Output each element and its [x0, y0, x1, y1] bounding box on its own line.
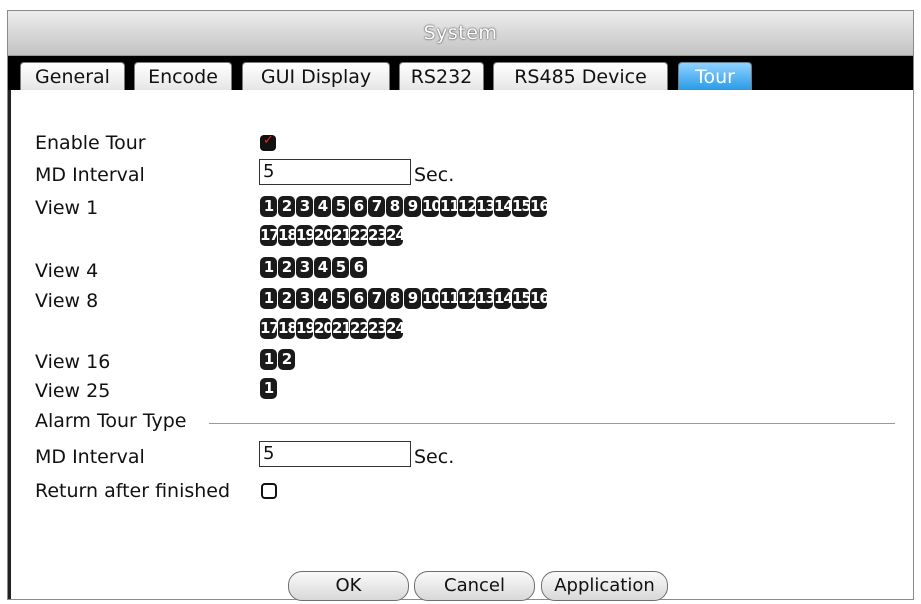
channel-button[interactable]: 18 [278, 318, 295, 339]
channel-button[interactable]: 14 [494, 196, 511, 217]
channel-button[interactable]: 15 [512, 288, 529, 309]
view-25-label: View 25 [35, 380, 111, 402]
view-16-label: View 16 [35, 351, 111, 373]
channel-button[interactable]: 5 [332, 288, 349, 309]
channel-button[interactable]: 1 [260, 288, 277, 309]
tab-rs485-device[interactable]: RS485 Device [493, 62, 668, 90]
channel-button[interactable]: 16 [530, 196, 547, 217]
channel-button[interactable]: 14 [494, 288, 511, 309]
channel-button[interactable]: 15 [512, 196, 529, 217]
channel-button[interactable]: 20 [314, 225, 331, 246]
channel-button[interactable]: 22 [350, 225, 367, 246]
channel-button[interactable]: 2 [278, 257, 295, 278]
channel-button[interactable]: 3 [296, 288, 313, 309]
channel-button[interactable]: 17 [260, 318, 277, 339]
channel-button[interactable]: 4 [314, 257, 331, 278]
channel-button[interactable]: 12 [458, 288, 475, 309]
channel-button[interactable]: 17 [260, 225, 277, 246]
channel-button[interactable]: 10 [422, 196, 439, 217]
channel-button[interactable]: 7 [368, 196, 385, 217]
ok-button[interactable]: OK [288, 571, 409, 601]
channel-button[interactable]: 9 [404, 196, 421, 217]
channel-button[interactable]: 1 [260, 378, 277, 399]
title-bar: System [8, 11, 913, 56]
channel-button[interactable]: 13 [476, 196, 493, 217]
channel-button[interactable]: 2 [278, 349, 295, 370]
channel-button[interactable]: 1 [260, 257, 277, 278]
view-4-channel-row-1: 123456 [260, 257, 368, 278]
checkmark-icon: ✓ [263, 133, 274, 148]
enable-tour-label: Enable Tour [35, 132, 146, 154]
md-interval-label: MD Interval [35, 164, 145, 186]
channel-button[interactable]: 18 [278, 225, 295, 246]
channel-button[interactable]: 4 [314, 196, 331, 217]
view-25-channel-row-1: 1 [260, 378, 278, 399]
view-8-label: View 8 [35, 290, 99, 312]
tab-tour[interactable]: Tour [678, 62, 752, 90]
channel-button[interactable]: 23 [368, 318, 385, 339]
md-interval-unit: Sec. [414, 164, 455, 186]
tab-encode[interactable]: Encode [134, 62, 232, 90]
channel-button[interactable]: 21 [332, 225, 349, 246]
channel-button[interactable]: 19 [296, 318, 313, 339]
alarm-md-interval-label: MD Interval [35, 446, 145, 468]
channel-button[interactable]: 5 [332, 257, 349, 278]
channel-button[interactable]: 12 [458, 196, 475, 217]
channel-button[interactable]: 2 [278, 196, 295, 217]
tour-panel: Enable Tour ✓ MD Interval 5 Sec. View 1 … [8, 90, 913, 601]
channel-button[interactable]: 21 [332, 318, 349, 339]
section-divider [209, 423, 895, 424]
enable-tour-checkbox[interactable]: ✓ [260, 133, 276, 151]
channel-button[interactable]: 4 [314, 288, 331, 309]
view-1-channel-row-2: 17 18 19 20 21 22 23 24 [260, 225, 404, 246]
channel-button[interactable]: 5 [332, 196, 349, 217]
system-dialog: System General Encode GUI Display RS232 … [7, 10, 914, 601]
application-button[interactable]: Application [541, 571, 668, 601]
tab-bar: General Encode GUI Display RS232 RS485 D… [8, 56, 913, 90]
alarm-md-interval-input[interactable]: 5 [259, 441, 411, 467]
channel-button[interactable]: 11 [440, 196, 457, 217]
channel-button[interactable]: 6 [350, 196, 367, 217]
channel-button[interactable]: 9 [404, 288, 421, 309]
tab-general[interactable]: General [20, 62, 125, 90]
view-4-label: View 4 [35, 260, 99, 282]
return-after-finished-checkbox[interactable] [261, 483, 277, 499]
dialog-title: System [423, 22, 498, 44]
channel-button[interactable]: 6 [350, 288, 367, 309]
channel-button[interactable]: 6 [350, 257, 367, 278]
channel-button[interactable]: 11 [440, 288, 457, 309]
channel-button[interactable]: 24 [386, 318, 403, 339]
view-8-channel-row-2: 17 18 19 20 21 22 23 24 [260, 318, 404, 339]
channel-button[interactable]: 3 [296, 257, 313, 278]
view-1-label: View 1 [35, 197, 99, 219]
channel-button[interactable]: 23 [368, 225, 385, 246]
cancel-button[interactable]: Cancel [414, 571, 535, 601]
channel-button[interactable]: 7 [368, 288, 385, 309]
tab-rs232[interactable]: RS232 [399, 62, 484, 90]
view-16-channel-row-1: 12 [260, 349, 296, 370]
channel-button[interactable]: 2 [278, 288, 295, 309]
channel-button[interactable]: 13 [476, 288, 493, 309]
tab-gui-display[interactable]: GUI Display [242, 62, 390, 90]
channel-button[interactable]: 22 [350, 318, 367, 339]
channel-button[interactable]: 20 [314, 318, 331, 339]
channel-button[interactable]: 10 [422, 288, 439, 309]
return-after-finished-label: Return after finished [35, 480, 231, 502]
md-interval-input[interactable]: 5 [259, 159, 411, 185]
channel-button[interactable]: 1 [260, 196, 277, 217]
view-1-channel-row-1: 1 2 3 4 5 6 7 8 9 10 11 12 13 14 15 16 [260, 196, 548, 217]
channel-button[interactable]: 3 [296, 196, 313, 217]
channel-button[interactable]: 8 [386, 196, 403, 217]
channel-button[interactable]: 8 [386, 288, 403, 309]
channel-button[interactable]: 1 [260, 349, 277, 370]
alarm-tour-type-label: Alarm Tour Type [35, 410, 187, 432]
channel-button[interactable]: 19 [296, 225, 313, 246]
channel-button[interactable]: 24 [386, 225, 403, 246]
alarm-md-interval-unit: Sec. [414, 446, 455, 468]
channel-button[interactable]: 16 [530, 288, 547, 309]
view-8-channel-row-1: 1 2 3 4 5 6 7 8 9 10 11 12 13 14 15 16 [260, 288, 548, 309]
